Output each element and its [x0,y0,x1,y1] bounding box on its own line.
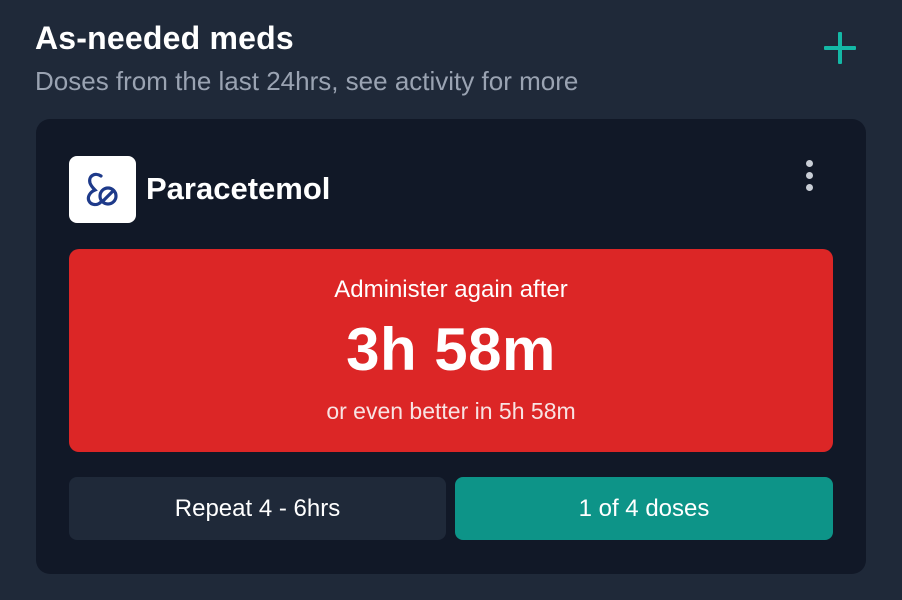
add-med-button[interactable] [818,26,862,70]
repeat-interval-button[interactable]: Repeat 4 - 6hrs [69,477,446,540]
next-dose-alert: Administer again after 3h 58m or even be… [69,249,833,452]
as-needed-meds-section: As-needed meds Doses from the last 24hrs… [0,0,902,600]
section-title: As-needed meds [35,20,294,56]
pills-icon [69,156,136,223]
alert-label: Administer again after [334,276,568,303]
alert-note: or even better in 5h 58m [326,398,576,424]
more-vertical-icon[interactable] [794,157,824,193]
doses-count-button[interactable]: 1 of 4 doses [455,477,833,540]
med-card: Paracetemol Administer again after 3h 58… [36,119,866,574]
alert-time: 3h 58m [346,316,556,383]
plus-icon [824,32,856,64]
section-subtitle: Doses from the last 24hrs, see activity … [35,66,579,96]
med-name: Paracetemol [146,171,331,206]
